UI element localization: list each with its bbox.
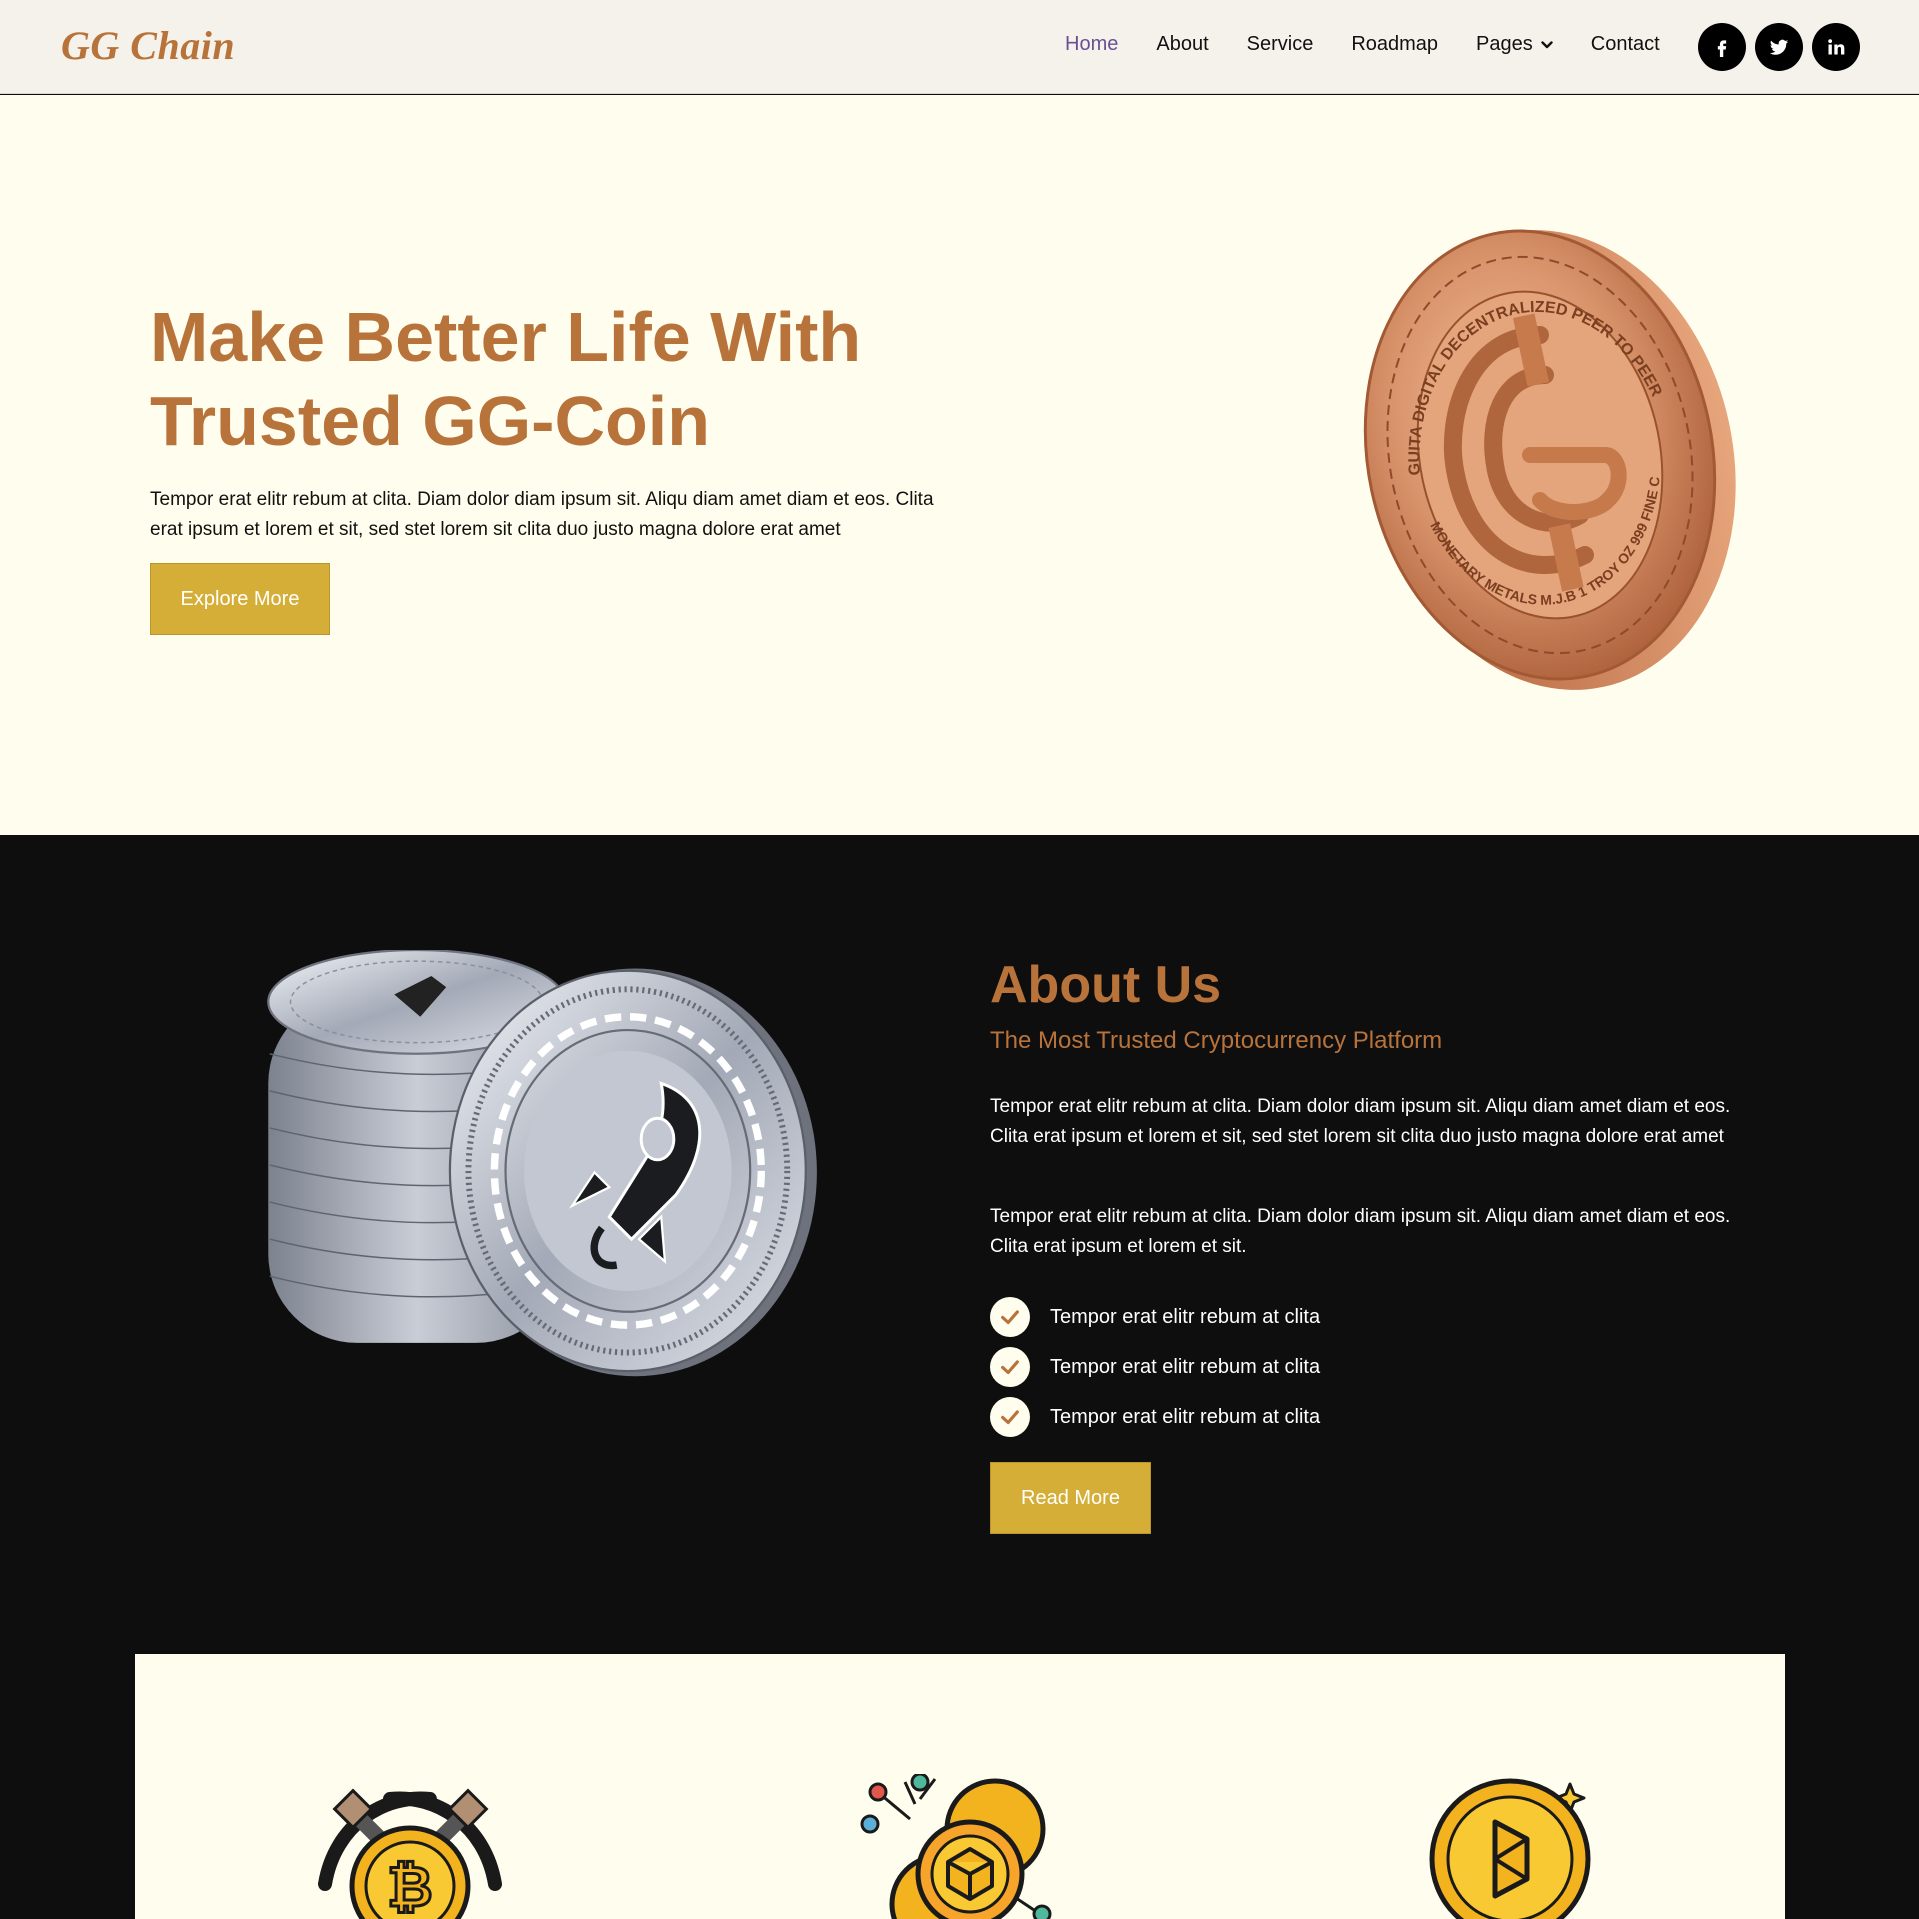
check-icon (990, 1397, 1030, 1437)
check-item: Tempor erat elitr rebum at clita (990, 1292, 1320, 1342)
about-paragraph-1: Tempor erat elitr rebum at clita. Diam d… (990, 1096, 1731, 1147)
hero-title-line1: Make Better Life With (150, 298, 862, 376)
check-text: Tempor erat elitr rebum at clita (1050, 1305, 1321, 1328)
gg-coin-image: GUITA DIGITAL DECENTRALIZED PEER TO PEER… (1350, 225, 1736, 690)
hero-text: Tempor erat elitr rebum at clita. Diam d… (150, 489, 934, 540)
about-paragraph-2: Tempor erat elitr rebum at clita. Diam d… (990, 1206, 1731, 1257)
crypto-network-icon (860, 1774, 1052, 1919)
nav-home[interactable]: Home (1065, 33, 1118, 56)
check-icon (990, 1347, 1030, 1387)
hero-title: Make Better Life With Trusted GG-Coin (150, 295, 950, 463)
nav-home-label: Home (1065, 33, 1119, 55)
explore-more-button[interactable]: Explore More (150, 563, 330, 635)
hero-section: Make Better Life With Trusted GG-Coin Te… (0, 95, 1919, 835)
about-subtitle: The Most Trusted Cryptocurrency Platform (990, 1027, 1443, 1054)
linkedin-icon (1828, 39, 1845, 55)
linkedin-button[interactable] (1812, 23, 1860, 71)
twitter-button[interactable] (1755, 23, 1803, 71)
check-text: Tempor erat elitr rebum at clita (1050, 1355, 1321, 1378)
feature-checklist: Tempor erat elitr rebum at clita Tempor … (990, 1292, 1320, 1442)
svg-text:₿: ₿ (387, 1855, 433, 1918)
social-links (1698, 23, 1869, 71)
nav-service-label: Service (1246, 33, 1314, 55)
check-item: Tempor erat elitr rebum at clita (990, 1392, 1320, 1442)
nav-contact-label: Contact (1590, 33, 1660, 55)
services-panel: ₿ (135, 1654, 1785, 1919)
facebook-icon (1717, 40, 1727, 57)
brand-logo[interactable]: GG Chain (61, 22, 235, 69)
silver-coin-stack-image (267, 950, 817, 1377)
nav-roadmap[interactable]: Roadmap (1351, 33, 1438, 56)
nav-about-label: About (1156, 33, 1209, 55)
nav-roadmap-label: Roadmap (1351, 33, 1439, 55)
read-more-button[interactable]: Read More (990, 1462, 1151, 1534)
chevron-down-icon (1541, 40, 1553, 48)
nav-about[interactable]: About (1156, 33, 1208, 56)
nav-pages-label: Pages (1476, 33, 1533, 55)
kyber-coin-icon (1429, 1778, 1591, 1919)
check-icon (990, 1297, 1030, 1337)
twitter-icon (1769, 39, 1789, 55)
nav-service[interactable]: Service (1247, 33, 1314, 56)
facebook-button[interactable] (1698, 23, 1746, 71)
front-coin (448, 968, 817, 1377)
about-title: About Us (990, 956, 1222, 1014)
check-item: Tempor erat elitr rebum at clita (990, 1342, 1320, 1392)
nav-links: Home About Service Roadmap Pages Contact (1065, 33, 1698, 56)
navbar: GG Chain Home About Service Roadmap Page… (0, 0, 1919, 94)
hero-title-line2: Trusted GG-Coin (150, 382, 710, 460)
check-text: Tempor erat elitr rebum at clita (1050, 1405, 1321, 1428)
nav-contact[interactable]: Contact (1591, 33, 1660, 56)
bitcoin-mining-icon: ₿ (318, 1788, 502, 1919)
nav-pages-dropdown[interactable]: Pages (1476, 33, 1553, 56)
